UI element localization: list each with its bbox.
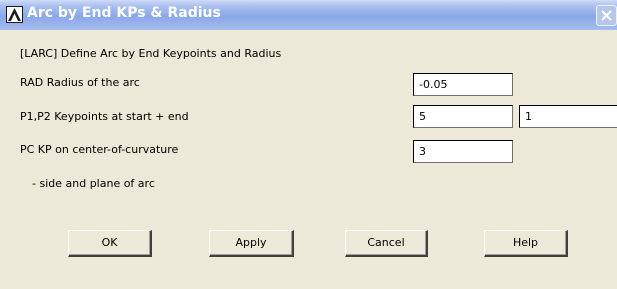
cancel-button[interactable]: Cancel <box>345 230 428 257</box>
dialog-window: Arc by End KPs & Radius [LARC] Define Ar… <box>0 0 617 289</box>
rad-input[interactable]: -0.05 <box>413 73 513 96</box>
p1p2-label: P1,P2 Keypoints at start + end <box>20 110 189 123</box>
apply-button[interactable]: Apply <box>209 230 294 257</box>
pc-input[interactable]: 3 <box>413 140 513 163</box>
ok-button[interactable]: OK <box>68 230 152 257</box>
close-icon <box>601 10 612 21</box>
ansys-logo-icon <box>6 6 23 23</box>
pc-label: PC KP on center-of-curvature <box>20 143 179 156</box>
p2-input[interactable]: 1 <box>519 105 617 128</box>
window-title: Arc by End KPs & Radius <box>27 5 221 21</box>
title-bar[interactable]: Arc by End KPs & Radius <box>0 0 617 30</box>
rad-label: RAD Radius of the arc <box>20 76 140 89</box>
pc-sub-label: - side and plane of arc <box>32 177 155 190</box>
p1-input[interactable]: 5 <box>413 105 513 128</box>
dialog-heading: [LARC] Define Arc by End Keypoints and R… <box>20 47 282 60</box>
help-button[interactable]: Help <box>484 230 568 257</box>
close-button[interactable] <box>596 5 617 26</box>
